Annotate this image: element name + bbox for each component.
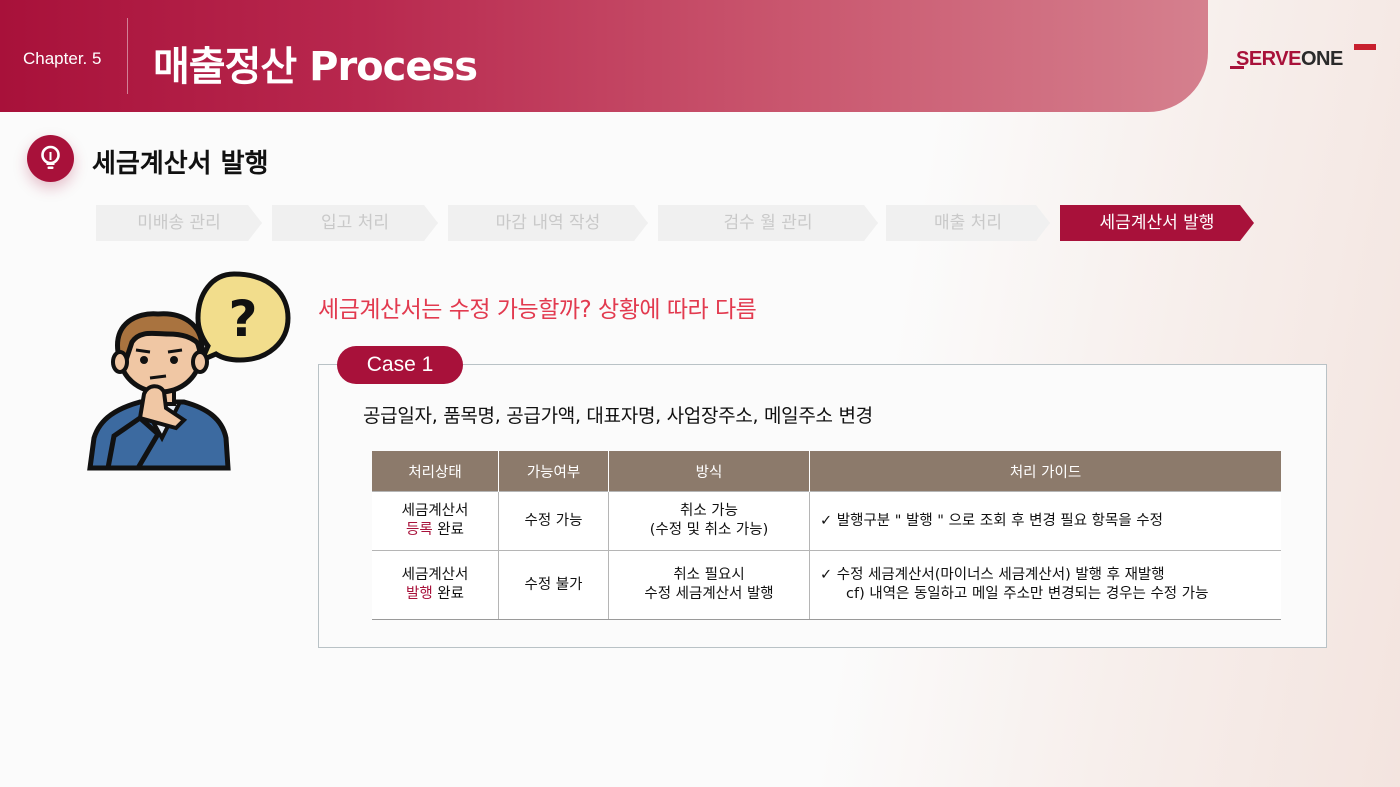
column-header-guide: 처리 가이드 — [809, 451, 1281, 492]
step-3[interactable]: 마감 내역 작성 — [448, 205, 648, 241]
guide-cell: ✓ 수정 세금계산서(마이너스 세금계산서) 발행 후 재발행 cf) 내역은 … — [809, 550, 1281, 620]
logo-accent-bar-top — [1354, 44, 1376, 50]
column-header-possible: 가능여부 — [498, 451, 609, 492]
step-4[interactable]: 검수 월 관리 — [658, 205, 878, 241]
method-line: 취소 필요시 — [673, 567, 745, 583]
lightbulb-icon — [27, 135, 74, 182]
guide-line: cf) 내역은 동일하고 메일 주소만 변경되는 경우는 수정 가능 — [846, 586, 1209, 602]
step-2[interactable]: 입고 처리 — [272, 205, 438, 241]
table-header-row: 처리상태 가능여부 방식 처리 가이드 — [372, 451, 1281, 492]
status-suffix: 완료 — [432, 586, 464, 602]
step-6-active[interactable]: 세금계산서 발행 — [1060, 205, 1254, 241]
method-line: 수정 세금계산서 발행 — [644, 586, 774, 602]
case-label: Case 1 — [337, 346, 463, 384]
header-banner: Chapter. 5 매출정산 Process — [0, 0, 1208, 112]
logo-text-serve: SERVE — [1236, 48, 1301, 70]
step-5[interactable]: 매출 처리 — [886, 205, 1050, 241]
method-line: 취소 가능 — [680, 503, 738, 519]
logo-text-one: ONE — [1300, 48, 1343, 70]
process-steps: 미배송 관리 입고 처리 마감 내역 작성 검수 월 관리 매출 처리 세금계산… — [96, 205, 1266, 243]
table-row: 세금계산서 등록 완료 수정 가능 취소 가능 (수정 및 취소 가능) ✓ 발… — [372, 491, 1281, 551]
status-highlight: 발행 — [406, 586, 433, 602]
status-suffix: 완료 — [432, 522, 464, 538]
method-cell: 취소 가능 (수정 및 취소 가능) — [608, 491, 810, 551]
possible-cell: 수정 불가 — [498, 550, 609, 620]
chapter-label: Chapter. 5 — [23, 49, 102, 68]
table-row: 세금계산서 발행 완료 수정 불가 취소 필요시 수정 세금계산서 발행 ✓ 수… — [372, 550, 1281, 620]
column-header-status: 처리상태 — [372, 451, 499, 492]
possible-cell: 수정 가능 — [498, 491, 609, 551]
status-highlight: 등록 — [406, 522, 433, 538]
question-text: 세금계산서는 수정 가능할까? 상황에 따라 다름 — [318, 297, 757, 323]
page-title: 매출정산 Process — [153, 44, 478, 90]
process-table: 처리상태 가능여부 방식 처리 가이드 세금계산서 등록 완료 수정 가능 취소… — [372, 451, 1281, 620]
svg-text:?: ? — [228, 290, 257, 348]
method-line: (수정 및 취소 가능) — [649, 522, 769, 538]
status-line: 세금계산서 — [401, 503, 469, 519]
guide-cell: ✓ 발행구분 " 발행 " 으로 조회 후 변경 필요 항목을 수정 — [809, 491, 1281, 551]
thinking-person-illustration: ? — [87, 271, 291, 471]
case-description: 공급일자, 품목명, 공급가액, 대표자명, 사업장주소, 메일주소 변경 — [363, 405, 873, 427]
guide-line: ✓ 발행구분 " 발행 " 으로 조회 후 변경 필요 항목을 수정 — [820, 512, 1163, 529]
status-line: 세금계산서 — [401, 567, 469, 583]
method-cell: 취소 필요시 수정 세금계산서 발행 — [608, 550, 810, 620]
serveone-logo: SERVEONE — [1230, 44, 1380, 74]
step-1[interactable]: 미배송 관리 — [96, 205, 262, 241]
column-header-method: 방식 — [608, 451, 810, 492]
section-title: 세금계산서 발행 — [92, 149, 269, 179]
header-divider — [127, 18, 128, 94]
status-cell: 세금계산서 등록 완료 — [372, 491, 499, 551]
status-cell: 세금계산서 발행 완료 — [372, 550, 499, 620]
guide-line: ✓ 수정 세금계산서(마이너스 세금계산서) 발행 후 재발행 — [820, 567, 1165, 583]
